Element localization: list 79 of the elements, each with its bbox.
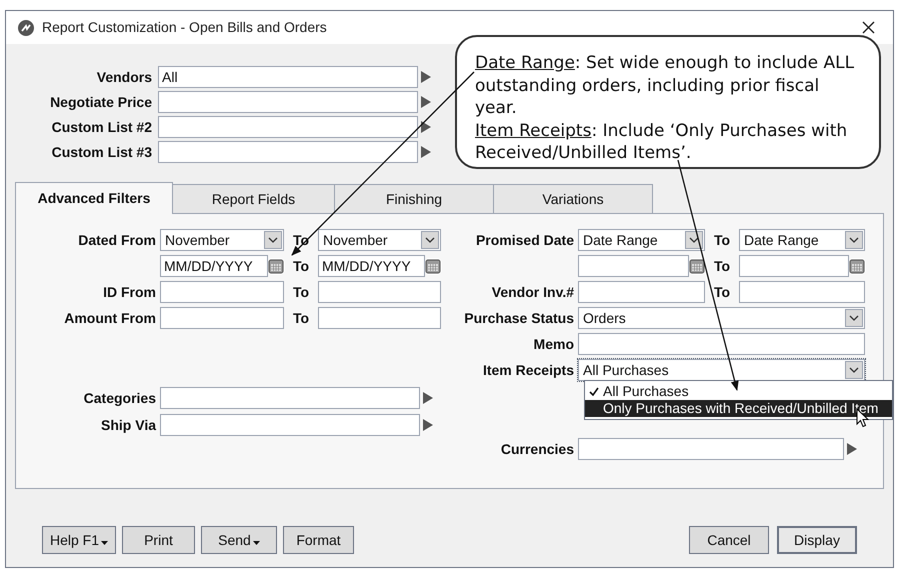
dropdown-field[interactable]: November (160, 229, 284, 251)
dropdown-caret-icon[interactable] (845, 231, 863, 249)
field-label: Purchase Status (463, 308, 574, 328)
close-icon[interactable] (862, 21, 875, 34)
tab[interactable]: Finishing (334, 184, 494, 214)
expand-arrow-icon[interactable] (847, 443, 857, 455)
expand-arrow-icon[interactable] (423, 392, 433, 404)
to-label: To (712, 256, 732, 276)
dropdown-field[interactable]: All Purchases (578, 359, 865, 381)
field-label: Custom List #3 (50, 142, 152, 162)
button[interactable]: Print (122, 526, 195, 554)
date-field[interactable] (739, 255, 849, 277)
field-label: Ship Via (100, 416, 156, 435)
list-field[interactable] (160, 414, 420, 436)
dropdown-caret-icon[interactable] (421, 231, 439, 249)
expand-arrow-icon[interactable] (421, 146, 431, 158)
field-label: Dated From (77, 230, 156, 250)
text-field[interactable] (318, 281, 441, 303)
field-label: Memo (532, 334, 574, 354)
to-label: To (292, 308, 310, 328)
button[interactable]: Cancel (689, 526, 769, 554)
field-label: ID From (102, 282, 156, 302)
dropdown-field[interactable]: Date Range (578, 229, 705, 251)
date-field[interactable]: MM/DD/YYYY (318, 255, 425, 277)
field-label: Promised Date (474, 230, 574, 250)
dropdown-field[interactable]: Orders (578, 307, 865, 329)
to-label: To (712, 230, 732, 250)
to-label: To (292, 230, 310, 250)
field-label: Currencies (500, 440, 574, 458)
calendar-icon[interactable] (689, 258, 705, 274)
dropdown-field[interactable]: Date Range (739, 229, 865, 251)
expand-arrow-icon[interactable] (421, 121, 431, 133)
text-field[interactable] (160, 307, 284, 329)
expand-arrow-icon[interactable] (421, 71, 431, 83)
dropdown-caret-icon[interactable] (845, 309, 863, 327)
list-field[interactable] (158, 141, 418, 163)
field-label: Custom List #2 (50, 118, 152, 136)
tab[interactable]: Variations (493, 184, 653, 214)
to-label: To (712, 282, 732, 302)
field-label: Vendor Inv.# (490, 282, 574, 302)
text-field[interactable] (578, 281, 705, 303)
dropdown-option[interactable]: All Purchases (585, 383, 892, 400)
text-field[interactable] (318, 307, 441, 329)
field-label: Vendors (96, 68, 152, 86)
expand-arrow-icon[interactable] (423, 419, 433, 431)
button[interactable]: Send (201, 526, 277, 554)
list-field[interactable] (158, 91, 418, 113)
window-title: Report Customization - Open Bills and Orders (42, 18, 327, 37)
callout-text: Item Receipts: Include ‘Only Purchases with Received/Unbilled Items’. (475, 120, 848, 164)
callout-text: Date Range: Set wide enough to include ALL outstanding orders, including prior fiscal year. (475, 52, 856, 120)
calendar-icon[interactable] (425, 258, 441, 274)
app-icon (18, 20, 34, 36)
tab[interactable]: Advanced Filters (15, 182, 173, 214)
calendar-icon[interactable] (849, 258, 865, 274)
dropdown-caret-icon[interactable] (685, 231, 703, 249)
field-label: Negotiate Price (49, 92, 152, 112)
list-field[interactable] (158, 116, 418, 138)
date-field[interactable]: MM/DD/YYYY (160, 255, 268, 277)
calendar-icon[interactable] (268, 258, 284, 274)
expand-arrow-icon[interactable] (421, 96, 431, 108)
button[interactable]: Display (777, 526, 857, 554)
to-label: To (292, 282, 310, 302)
button[interactable]: Help F1 (42, 526, 116, 554)
dropdown-caret-icon[interactable] (845, 361, 863, 379)
text-field[interactable] (578, 333, 865, 355)
field-label: Amount From (63, 308, 156, 328)
text-field[interactable] (160, 281, 284, 303)
date-field[interactable] (578, 255, 689, 277)
to-label: To (292, 256, 310, 276)
list-field[interactable] (160, 387, 420, 409)
field-label: Item Receipts (482, 360, 574, 380)
tab[interactable]: Report Fields (172, 184, 335, 214)
button[interactable]: Format (283, 526, 354, 554)
dropdown-field[interactable]: November (318, 229, 441, 251)
field-label: Categories (82, 388, 156, 408)
text-field[interactable] (739, 281, 865, 303)
dropdown-caret-icon[interactable] (264, 231, 282, 249)
list-field[interactable]: All (158, 66, 418, 88)
list-field[interactable] (578, 438, 844, 460)
